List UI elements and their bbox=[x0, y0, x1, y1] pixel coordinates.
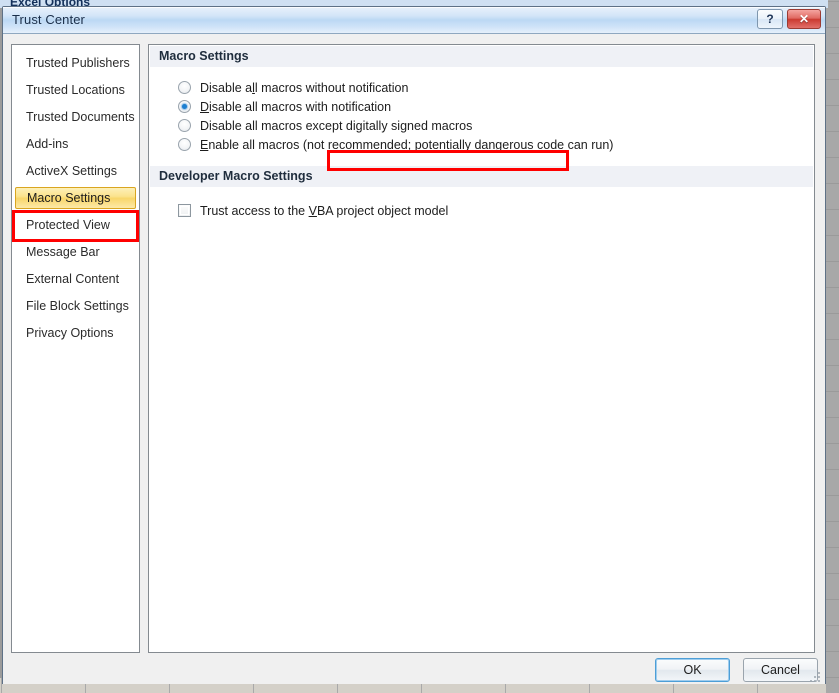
sidebar-item-label: Trusted Locations bbox=[26, 83, 125, 97]
radio-option-label: Disable all macros without notification bbox=[200, 80, 409, 95]
sidebar-item-label: Trusted Documents bbox=[26, 110, 135, 124]
developer-macro-settings-section-header: Developer Macro Settings bbox=[150, 166, 813, 187]
dialog-title-bar[interactable]: Trust Center ? ✕ bbox=[3, 7, 825, 34]
radio-button-icon[interactable] bbox=[178, 138, 191, 151]
trust-center-dialog: Trust Center ? ✕ Trusted Publishers Trust… bbox=[2, 6, 826, 684]
sidebar-item-macro-settings[interactable]: Macro Settings bbox=[15, 187, 136, 209]
resize-grip[interactable] bbox=[809, 672, 821, 684]
radio-option-4[interactable]: Enable all macros (not recommended; pote… bbox=[178, 135, 613, 154]
macro-settings-section-header: Macro Settings bbox=[150, 46, 813, 67]
trust-center-category-list[interactable]: Trusted Publishers Trusted Locations Trust… bbox=[11, 44, 140, 653]
radio-option-2[interactable]: Disable all macros with notification bbox=[178, 97, 391, 116]
dialog-body: Trusted Publishers Trusted Locations Trust… bbox=[3, 34, 825, 684]
dialog-title: Trust Center bbox=[12, 12, 85, 27]
checkbox-icon[interactable] bbox=[178, 204, 191, 217]
sidebar-item-activex-settings[interactable]: ActiveX Settings bbox=[15, 160, 136, 182]
spreadsheet-right-background bbox=[826, 0, 839, 693]
radio-option-label: Enable all macros (not recommended; pote… bbox=[200, 137, 614, 152]
sidebar-item-trusted-locations[interactable]: Trusted Locations bbox=[15, 79, 136, 101]
radio-option-label: Disable all macros with notification bbox=[200, 99, 392, 114]
sidebar-item-trusted-documents[interactable]: Trusted Documents bbox=[15, 106, 136, 128]
title-bar-highlight bbox=[3, 7, 825, 8]
sidebar-item-label: Add-ins bbox=[26, 137, 69, 151]
trust-vba-project-label: Trust access to the VBA project object m… bbox=[200, 203, 449, 218]
radio-button-icon[interactable] bbox=[178, 81, 191, 94]
sidebar-item-trusted-publishers[interactable]: Trusted Publishers bbox=[15, 52, 136, 74]
sidebar-item-label: Protected View bbox=[26, 218, 110, 232]
help-icon[interactable]: ? bbox=[757, 9, 783, 29]
sidebar-item-label: External Content bbox=[26, 272, 120, 286]
sidebar-item-label: ActiveX Settings bbox=[26, 164, 118, 178]
sidebar-item-label: Macro Settings bbox=[27, 191, 111, 205]
sidebar-item-file-block-settings[interactable]: File Block Settings bbox=[15, 295, 136, 317]
radio-button-icon[interactable] bbox=[178, 119, 191, 132]
sidebar-item-message-bar[interactable]: Message Bar bbox=[15, 241, 136, 263]
sidebar-item-add-ins[interactable]: Add-ins bbox=[15, 133, 136, 155]
radio-option-label: Disable all macros except digitally sign… bbox=[200, 118, 473, 133]
radio-button-icon[interactable] bbox=[178, 100, 191, 113]
radio-option-1[interactable]: Disable all macros without notification bbox=[178, 78, 408, 97]
sidebar-item-protected-view[interactable]: Protected View bbox=[15, 214, 136, 236]
ok-button[interactable]: OK bbox=[655, 658, 730, 682]
sidebar-item-external-content[interactable]: External Content bbox=[15, 268, 136, 290]
sidebar-item-label: Privacy Options bbox=[26, 326, 114, 340]
sidebar-item-label: Trusted Publishers bbox=[26, 56, 130, 70]
radio-option-3[interactable]: Disable all macros except digitally sign… bbox=[178, 116, 472, 135]
trust-vba-project-checkbox-row[interactable]: Trust access to the VBA project object m… bbox=[178, 201, 448, 220]
sidebar-item-privacy-options[interactable]: Privacy Options bbox=[15, 322, 136, 344]
sidebar-item-label: Message Bar bbox=[26, 245, 100, 259]
sidebar-item-label: File Block Settings bbox=[26, 299, 129, 313]
cancel-button[interactable]: Cancel bbox=[743, 658, 818, 682]
close-icon[interactable]: ✕ bbox=[787, 9, 821, 29]
trust-center-content-pane: Macro Settings Disable all macros withou… bbox=[148, 44, 815, 653]
